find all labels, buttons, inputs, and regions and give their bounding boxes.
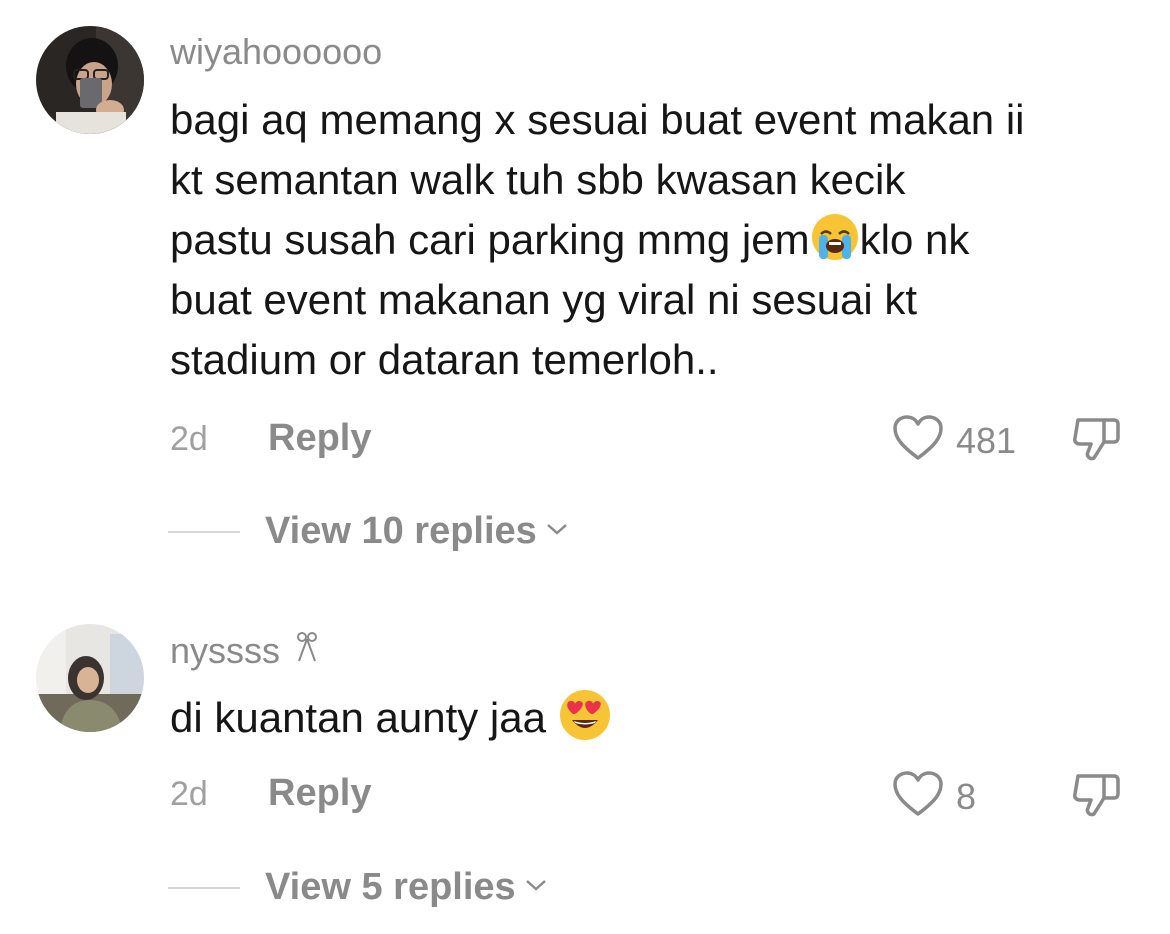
loudly-crying-face-emoji <box>810 212 860 262</box>
chevron-down-icon <box>545 521 569 542</box>
like-button[interactable]: 8 <box>892 770 976 823</box>
thumbs-down-icon <box>1073 418 1120 461</box>
like-button[interactable]: 481 <box>892 414 1016 467</box>
thumbs-down-icon <box>1073 774 1120 817</box>
view-replies-button[interactable]: View 5 replies <box>168 866 548 909</box>
comments-panel: wiyahoooooo bagi aq memang x sesuai buat… <box>0 0 1170 934</box>
like-count: 8 <box>956 775 977 817</box>
heart-icon <box>892 770 944 823</box>
dislike-button[interactable] <box>1070 414 1124 469</box>
comment-text-fragment: di kuantan aunty jaa <box>170 694 558 741</box>
comment-timestamp: 2d <box>170 420 208 458</box>
ribbon-icon <box>294 631 320 674</box>
username[interactable]: wiyahoooooo <box>170 31 382 73</box>
person-selfie-avatar <box>36 26 144 134</box>
comment-text-line: di kuantan aunty jaa <box>170 688 612 748</box>
avatar[interactable] <box>36 624 144 732</box>
view-replies-label: View 5 replies <box>265 866 516 908</box>
dislike-button[interactable] <box>1070 770 1124 825</box>
comment-text-fragment: klo nk <box>859 216 970 263</box>
reply-button[interactable]: Reply <box>268 772 371 815</box>
comment-text: bagi aq memang x sesuai buat event makan… <box>170 90 1025 390</box>
view-replies-label: View 10 replies <box>265 510 537 552</box>
divider-line <box>168 886 240 889</box>
comment-text-fragment: pastu susah cari parking mmg jem <box>170 216 810 263</box>
comment-timestamp: 2d <box>170 775 208 813</box>
comment-text-line: bagi aq memang x sesuai buat event makan… <box>170 96 1025 143</box>
view-replies-button[interactable]: View 10 replies <box>168 510 569 553</box>
comment-text-line: stadium or dataran temerloh.. <box>170 336 719 383</box>
heart-icon <box>892 414 944 467</box>
comment-text-line: pastu susah cari parking mmg jem klo nk <box>170 210 1025 270</box>
chevron-down-icon <box>524 877 548 898</box>
heart-eyes-emoji <box>558 688 612 742</box>
comment-text: di kuantan aunty jaa <box>170 688 612 748</box>
comment-text-line: buat event makanan yg viral ni sesuai kt <box>170 276 918 323</box>
reply-button[interactable]: Reply <box>268 417 371 460</box>
comment-text-line: kt semantan walk tuh sbb kwasan kecik <box>170 156 906 203</box>
avatar[interactable] <box>36 26 144 134</box>
like-count: 481 <box>956 419 1017 461</box>
username[interactable]: nyssss <box>170 630 320 674</box>
username-text: nyssss <box>170 630 281 671</box>
divider-line <box>168 530 240 533</box>
person-hijab-avatar <box>36 624 144 732</box>
